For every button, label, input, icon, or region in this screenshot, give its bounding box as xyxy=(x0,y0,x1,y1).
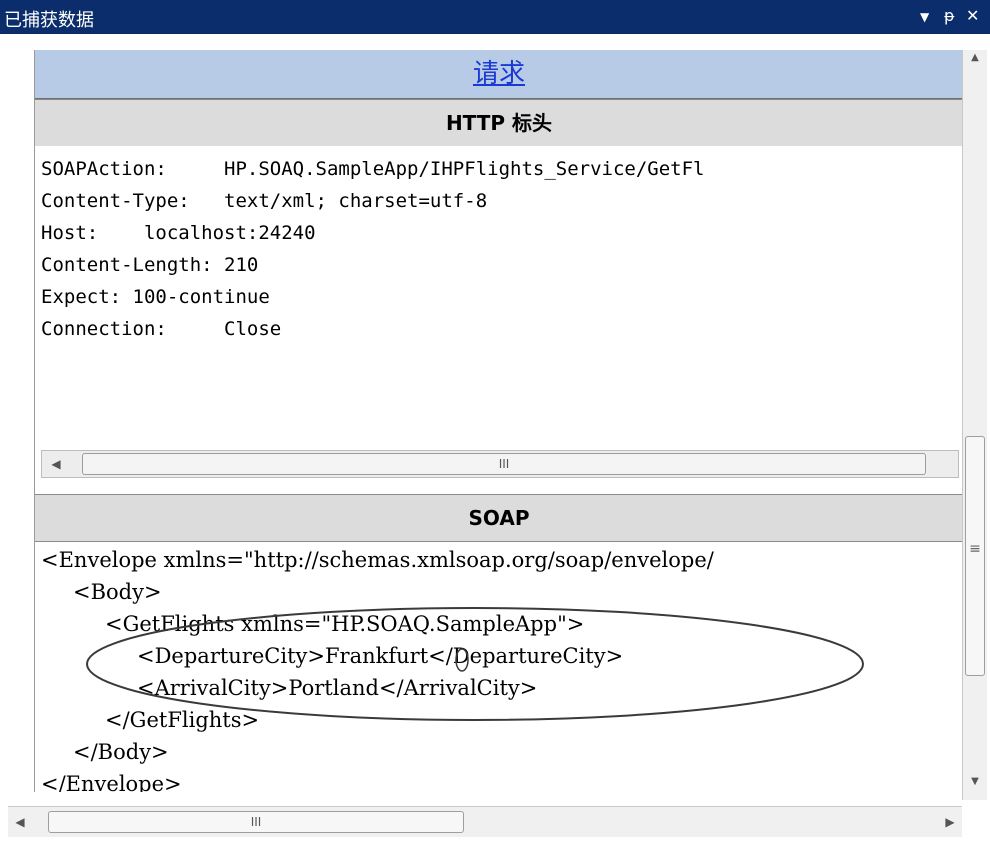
close-icon[interactable]: ✕ xyxy=(966,6,979,25)
soap-line: </GetFlights> xyxy=(105,708,260,732)
soap-line: <DepartureCity>Frankfurt</DepartureCity> xyxy=(137,644,624,668)
scroll-thumb[interactable]: III xyxy=(82,453,926,475)
soap-line: <Body> xyxy=(73,580,162,604)
soap-line: <GetFlights xmlns="HP.SOAQ.SampleApp"> xyxy=(105,612,585,636)
horizontal-scroll-thumb[interactable]: III xyxy=(48,811,464,833)
http-line: Connection: Close xyxy=(41,318,282,340)
content-viewport: 请求 HTTP 标头 SOAPAction: HP.SOAQ.SampleApp… xyxy=(34,50,963,792)
http-line: SOAPAction: HP.SOAQ.SampleApp/IHPFlights… xyxy=(41,158,705,180)
http-header-title: HTTP 标头 xyxy=(35,99,963,147)
title-bar: 已捕获数据 ▼ ᵽ ✕ xyxy=(0,0,990,34)
scroll-up-icon[interactable]: ▲ xyxy=(963,52,987,72)
window-title: 已捕获数据 xyxy=(4,10,94,31)
request-header: 请求 xyxy=(35,50,963,99)
vertical-scrollbar[interactable]: ▲ ≡ ▼ xyxy=(962,50,987,800)
http-line: Host: localhost:24240 xyxy=(41,222,316,244)
soap-line: </Body> xyxy=(73,740,169,764)
dropdown-icon[interactable]: ▼ xyxy=(920,10,929,24)
grip-icon: ≡ xyxy=(969,541,981,557)
soap-header-title: SOAP xyxy=(35,494,963,542)
soap-line: </Envelope> xyxy=(41,772,182,792)
request-link[interactable]: 请求 xyxy=(473,59,525,89)
scroll-down-icon[interactable]: ▼ xyxy=(963,776,987,796)
soap-line: <ArrivalCity>Portland</ArrivalCity> xyxy=(137,676,538,700)
scroll-left-icon[interactable]: ◀ xyxy=(42,451,70,477)
soap-body: <Envelope xmlns="http://schemas.xmlsoap.… xyxy=(35,542,963,792)
scroll-left-icon[interactable]: ◀ xyxy=(8,807,32,837)
http-horizontal-scrollbar[interactable]: ◀ III xyxy=(41,450,959,478)
http-line: Expect: 100-continue xyxy=(41,286,270,308)
http-headers-body: SOAPAction: HP.SOAQ.SampleApp/IHPFlights… xyxy=(35,146,963,444)
horizontal-scrollbar[interactable]: ◀ III ▶ xyxy=(8,806,962,837)
vertical-scroll-thumb[interactable]: ≡ xyxy=(965,436,985,676)
http-line: Content-Type: text/xml; charset=utf-8 xyxy=(41,190,488,212)
pin-icon[interactable]: ᵽ xyxy=(944,6,955,25)
scroll-right-icon[interactable]: ▶ xyxy=(938,807,962,837)
http-line: Content-Length: 210 xyxy=(41,254,259,276)
soap-line: <Envelope xmlns="http://schemas.xmlsoap.… xyxy=(41,548,714,572)
